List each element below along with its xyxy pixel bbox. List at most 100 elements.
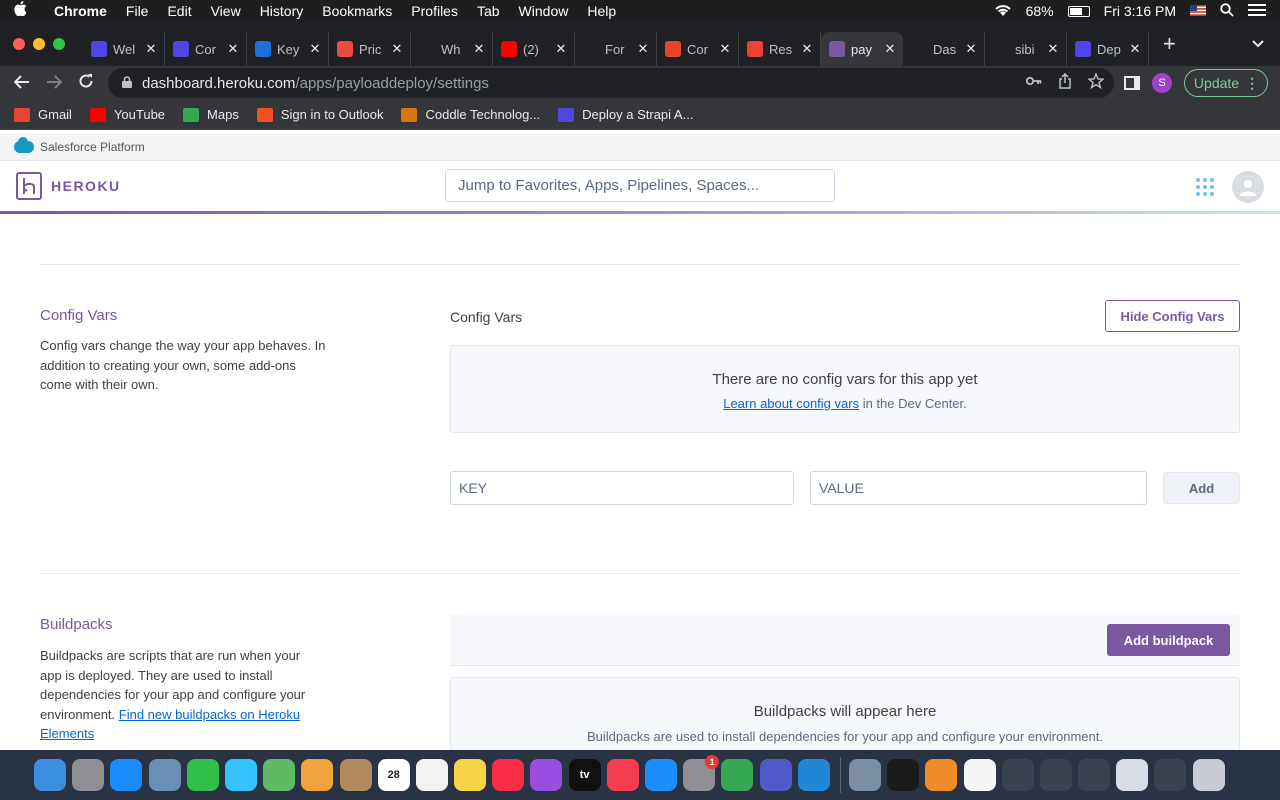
calendar-icon[interactable]: 28 [377, 759, 410, 791]
reload-icon[interactable] [70, 73, 102, 94]
apple-icon[interactable] [14, 1, 42, 21]
browser-tab[interactable]: (2) ✕ [493, 32, 575, 66]
close-tab-icon[interactable]: ✕ [308, 41, 322, 57]
user-avatar-icon[interactable] [1232, 171, 1264, 203]
menu-file[interactable]: File [126, 3, 149, 19]
jump-search-input[interactable]: Jump to Favorites, Apps, Pipelines, Spac… [445, 169, 835, 202]
browser-tab[interactable]: Wh ✕ [411, 32, 493, 66]
spotlight-search-icon[interactable] [1220, 2, 1234, 20]
close-tab-icon[interactable]: ✕ [1046, 41, 1060, 57]
hide-config-vars-button[interactable]: Hide Config Vars [1105, 300, 1240, 332]
browser-tab[interactable]: For ✕ [575, 32, 657, 66]
window-thumbnail-icon[interactable] [1078, 759, 1111, 791]
menu-bookmarks[interactable]: Bookmarks [322, 3, 392, 19]
menu-view[interactable]: View [211, 3, 241, 19]
browser-tab[interactable]: pay ✕ [821, 32, 903, 66]
bookmark-item[interactable]: Deploy a Strapi A... [558, 107, 693, 122]
chrome-icon[interactable] [721, 759, 754, 791]
forward-arrow-icon[interactable] [38, 73, 70, 94]
close-tab-icon[interactable]: ✕ [800, 41, 814, 57]
heroku-logo-icon[interactable] [16, 172, 42, 200]
system-preferences-icon[interactable]: 1 [683, 755, 720, 791]
terminal-icon[interactable] [887, 759, 920, 791]
close-tab-icon[interactable]: ✕ [883, 41, 897, 57]
learn-config-vars-link[interactable]: Learn about config vars [723, 396, 859, 411]
control-center-icon[interactable] [1248, 3, 1266, 20]
teams-icon[interactable] [759, 759, 792, 791]
minimize-window-button[interactable] [33, 38, 45, 50]
messages-icon[interactable] [224, 759, 257, 791]
config-value-input[interactable]: VALUE [810, 471, 1147, 505]
preview-doc-icon[interactable] [848, 759, 881, 791]
browser-tab[interactable]: Das ✕ [903, 32, 985, 66]
clock[interactable]: Fri 3:16 PM [1104, 3, 1176, 19]
update-button[interactable]: Update ⋮ [1184, 69, 1268, 97]
reminders-icon[interactable] [415, 759, 448, 791]
maps-icon[interactable] [263, 759, 296, 791]
bookmark-item[interactable]: Maps [183, 107, 239, 122]
trash-icon[interactable] [1192, 759, 1225, 791]
facetime-icon[interactable] [186, 759, 219, 791]
browser-tab[interactable]: Cor ✕ [165, 32, 247, 66]
menu-history[interactable]: History [260, 3, 304, 19]
salesforce-platform-label[interactable]: Salesforce Platform [40, 140, 145, 154]
heroku-brand[interactable]: HEROKU [51, 178, 121, 194]
side-panel-icon[interactable] [1124, 76, 1140, 90]
profile-avatar[interactable]: S [1152, 73, 1172, 93]
window-thumbnail-icon[interactable] [1154, 759, 1187, 791]
preview-icon[interactable] [148, 759, 181, 791]
battery-icon[interactable] [1067, 5, 1090, 17]
window-thumbnail-icon[interactable] [1116, 759, 1149, 791]
launchpad-icon[interactable] [72, 759, 105, 791]
flag-icon[interactable] [1190, 3, 1206, 19]
wifi-icon[interactable] [994, 3, 1012, 20]
finder-icon[interactable] [34, 759, 66, 791]
bookmark-item[interactable]: Sign in to Outlook [256, 107, 383, 122]
browser-tab[interactable]: Wel ✕ [83, 32, 165, 66]
menu-app-name[interactable]: Chrome [54, 3, 107, 19]
close-tab-icon[interactable]: ✕ [1128, 41, 1142, 57]
key-icon[interactable] [1025, 73, 1042, 93]
close-tab-icon[interactable]: ✕ [554, 41, 568, 57]
news-icon[interactable] [606, 759, 639, 791]
close-tab-icon[interactable]: ✕ [718, 41, 732, 57]
appstore-icon[interactable] [645, 759, 677, 791]
safari-icon[interactable] [110, 759, 143, 791]
menu-edit[interactable]: Edit [167, 3, 191, 19]
window-thumbnail-icon[interactable] [1001, 759, 1034, 791]
notes-icon[interactable] [454, 759, 487, 791]
menu-profiles[interactable]: Profiles [411, 3, 458, 19]
bookmark-item[interactable]: Gmail [14, 107, 72, 122]
tab-search-chevron-icon[interactable] [1252, 37, 1264, 51]
close-tab-icon[interactable]: ✕ [390, 41, 404, 57]
bookmark-item[interactable]: Coddle Technolog... [401, 107, 540, 122]
close-tab-icon[interactable]: ✕ [144, 41, 158, 57]
contacts-icon[interactable] [339, 759, 372, 791]
add-buildpack-button[interactable]: Add buildpack [1107, 624, 1230, 656]
photos-icon[interactable] [301, 759, 334, 791]
close-tab-icon[interactable]: ✕ [964, 41, 978, 57]
menu-tab[interactable]: Tab [477, 3, 500, 19]
menu-help[interactable]: Help [587, 3, 616, 19]
close-window-button[interactable] [13, 38, 25, 50]
window-thumbnail-icon[interactable] [1039, 759, 1072, 791]
menu-window[interactable]: Window [519, 3, 569, 19]
close-tab-icon[interactable]: ✕ [226, 41, 240, 57]
bookmark-item[interactable]: YouTube [89, 107, 165, 122]
home-folder-icon[interactable] [925, 759, 958, 791]
apps-grid-icon[interactable] [1196, 178, 1214, 196]
browser-tab[interactable]: Dep ✕ [1067, 32, 1149, 66]
browser-tab[interactable]: sibi ✕ [985, 32, 1067, 66]
zoom-window-button[interactable] [53, 38, 65, 50]
podcasts-icon[interactable] [530, 759, 563, 791]
close-tab-icon[interactable]: ✕ [636, 41, 650, 57]
share-icon[interactable] [1058, 72, 1072, 93]
music-icon[interactable] [492, 759, 525, 791]
document-icon[interactable] [963, 759, 996, 791]
back-arrow-icon[interactable] [6, 73, 38, 94]
browser-tab[interactable]: Pric ✕ [329, 32, 411, 66]
new-tab-button[interactable]: + [1163, 31, 1176, 57]
browser-tab[interactable]: Key ✕ [247, 32, 329, 66]
lock-icon[interactable] [122, 75, 132, 91]
tv-icon[interactable]: tv [568, 759, 601, 791]
